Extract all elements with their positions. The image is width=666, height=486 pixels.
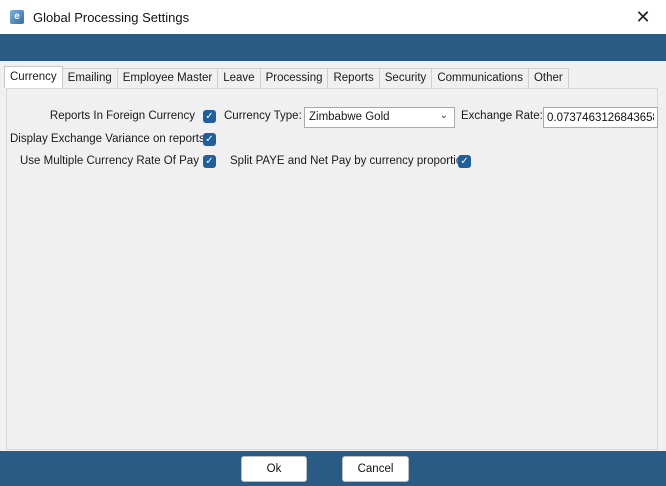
use-multiple-currency-rate-label: Use Multiple Currency Rate Of Pay — [20, 155, 199, 167]
display-exchange-variance-label: Display Exchange Variance on reports — [10, 133, 205, 145]
currency-type-value: Zimbabwe Gold — [309, 111, 390, 123]
exchange-rate-input[interactable] — [543, 107, 658, 128]
tab-reports[interactable]: Reports — [328, 68, 380, 88]
window-title: Global Processing Settings — [33, 10, 190, 25]
tab-security[interactable]: Security — [379, 68, 433, 88]
display-exchange-variance-checkbox[interactable]: ✓ — [203, 133, 216, 146]
split-paye-net-pay-checkbox[interactable]: ✓ — [458, 155, 471, 168]
footer-bar — [0, 451, 666, 486]
cancel-button[interactable]: Cancel — [342, 456, 409, 482]
reports-in-foreign-currency-label: Reports In Foreign Currency — [49, 110, 195, 122]
tab-bar: Currency Emailing Employee Master Leave … — [4, 66, 569, 89]
ok-button[interactable]: Ok — [241, 456, 307, 482]
title-bar: e Global Processing Settings ✕ — [0, 0, 666, 35]
tab-communications[interactable]: Communications — [432, 68, 529, 88]
close-icon[interactable]: ✕ — [620, 0, 666, 34]
currency-type-label: Currency Type: — [224, 110, 302, 122]
split-paye-net-pay-label: Split PAYE and Net Pay by currency propo… — [230, 155, 469, 167]
header-strip — [0, 34, 666, 61]
chevron-down-icon: ⌄ — [439, 110, 448, 121]
tab-leave[interactable]: Leave — [218, 68, 261, 88]
tab-emailing[interactable]: Emailing — [62, 68, 118, 88]
currency-type-select[interactable]: Zimbabwe Gold ⌄ — [304, 107, 455, 128]
tab-employee-master[interactable]: Employee Master — [117, 68, 219, 88]
use-multiple-currency-rate-checkbox[interactable]: ✓ — [203, 155, 216, 168]
app-logo-icon: e — [10, 10, 24, 24]
tab-other[interactable]: Other — [528, 68, 569, 88]
exchange-rate-label: Exchange Rate: — [461, 110, 543, 122]
tab-processing[interactable]: Processing — [260, 68, 329, 88]
reports-in-foreign-currency-checkbox[interactable]: ✓ — [203, 110, 216, 123]
tab-currency[interactable]: Currency — [4, 66, 63, 88]
